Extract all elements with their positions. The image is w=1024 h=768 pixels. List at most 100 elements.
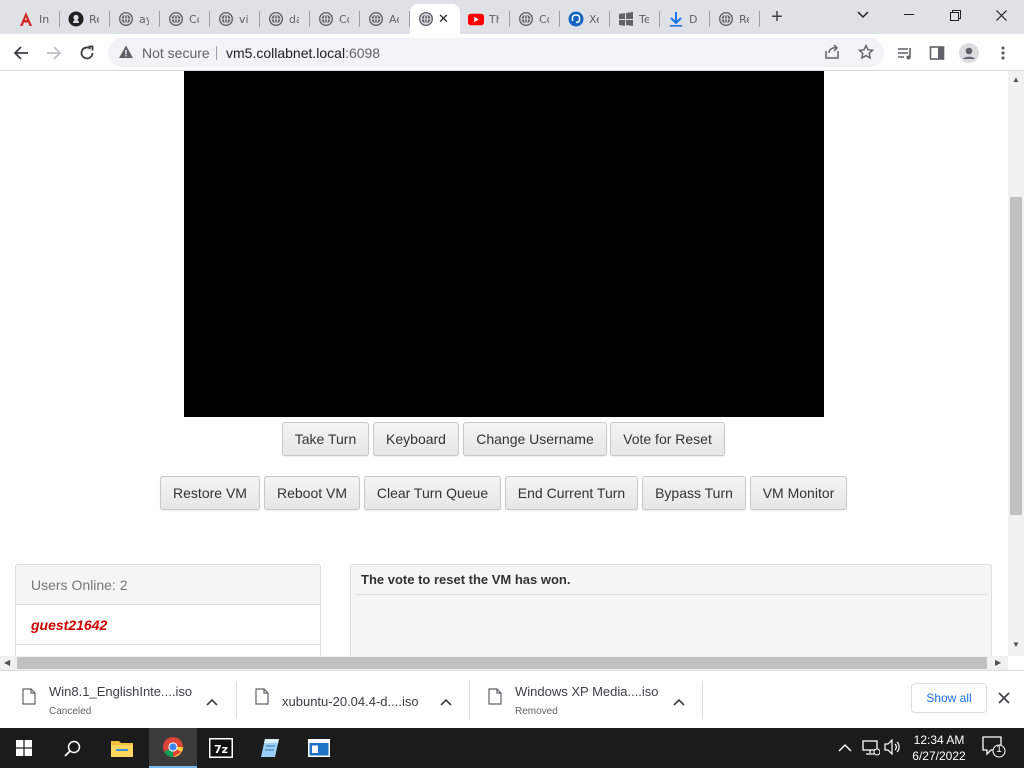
browser-tab[interactable]: Th xyxy=(460,4,510,34)
restore-vm-button[interactable]: Restore VM xyxy=(160,476,260,510)
window-app-button[interactable] xyxy=(295,728,343,768)
warning-icon[interactable] xyxy=(118,44,134,65)
scroll-right-arrow-icon[interactable]: ▶ xyxy=(995,658,1001,667)
keyboard-button[interactable]: Keyboard xyxy=(373,422,459,456)
profile-avatar-icon xyxy=(959,43,979,63)
new-tab-button[interactable]: + xyxy=(766,6,788,28)
scroll-left-arrow-icon[interactable]: ◀ xyxy=(4,658,10,667)
browser-tab[interactable]: Re xyxy=(60,4,110,34)
side-panel-icon xyxy=(929,46,945,60)
chevron-up-icon[interactable] xyxy=(838,740,852,758)
file-explorer-button[interactable] xyxy=(98,728,146,768)
back-arrow-icon xyxy=(13,46,28,60)
scroll-down-arrow-icon[interactable]: ▼ xyxy=(1012,640,1020,649)
browser-tab[interactable]: vi xyxy=(210,4,260,34)
end-current-turn-button[interactable]: End Current Turn xyxy=(505,476,638,510)
tab-label: Re xyxy=(739,12,749,26)
chevron-up-icon[interactable] xyxy=(206,693,218,711)
download-filename: xubuntu-20.04.4-d....iso xyxy=(282,694,419,709)
browser-tab[interactable]: ay xyxy=(110,4,160,34)
start-button[interactable] xyxy=(0,728,48,768)
adobe-acrobat-icon xyxy=(18,11,34,27)
browser-tab[interactable]: D xyxy=(660,4,710,34)
notepad-button[interactable] xyxy=(246,728,294,768)
tab-search-button[interactable] xyxy=(840,0,886,30)
menu-button[interactable] xyxy=(990,40,1016,66)
back-button[interactable] xyxy=(8,40,34,66)
vertical-scrollbar[interactable]: ▲ ▼ xyxy=(1008,71,1024,656)
tab-label: Co xyxy=(539,12,549,26)
7zip-button[interactable]: 7z xyxy=(197,728,245,768)
divider xyxy=(216,46,217,60)
browser-tab[interactable]: Co xyxy=(160,4,210,34)
side-panel-button[interactable] xyxy=(924,40,950,66)
volume-icon[interactable] xyxy=(884,738,902,760)
share-icon[interactable] xyxy=(824,44,840,65)
clock[interactable]: 12:34 AM 6/27/2022 xyxy=(908,732,970,764)
youtube-icon xyxy=(468,11,484,27)
chevron-up-icon[interactable] xyxy=(673,693,685,711)
show-all-button[interactable]: Show all xyxy=(911,683,987,713)
page-content: Take Turn Keyboard Change Username Vote … xyxy=(0,71,1008,656)
tab-label: Re xyxy=(89,12,99,26)
browser-tab[interactable]: Co xyxy=(510,4,560,34)
divider xyxy=(469,681,470,719)
clear-turn-queue-button[interactable]: Clear Turn Queue xyxy=(364,476,501,510)
reload-button[interactable] xyxy=(74,40,100,66)
restore-button[interactable] xyxy=(932,0,978,30)
download-item[interactable]: xubuntu-20.04.4-d....iso xyxy=(255,678,465,722)
users-online-header: Users Online: 2 xyxy=(16,565,320,605)
chrome-taskbar-button[interactable] xyxy=(149,728,197,768)
horizontal-scroll-thumb[interactable] xyxy=(17,657,987,669)
folder-icon xyxy=(111,741,133,757)
chat-panel: The vote to reset the VM has won. xyxy=(350,564,992,656)
tab-label: Co xyxy=(339,12,349,26)
reboot-vm-button[interactable]: Reboot VM xyxy=(264,476,360,510)
close-window-button[interactable] xyxy=(978,0,1024,30)
tab-label: Th xyxy=(489,12,499,26)
url-text[interactable]: vm5.collabnet.local:6098 xyxy=(226,45,380,61)
tab-active[interactable]: ✕ xyxy=(410,4,460,34)
tab-label: Co xyxy=(189,12,199,26)
browser-tab[interactable]: In xyxy=(10,4,60,34)
bypass-turn-button[interactable]: Bypass Turn xyxy=(642,476,746,510)
profile-button[interactable] xyxy=(956,40,982,66)
vote-for-reset-button[interactable]: Vote for Reset xyxy=(610,422,725,456)
download-icon xyxy=(668,11,684,27)
close-tab-icon[interactable]: ✕ xyxy=(438,11,449,27)
browser-tab[interactable]: Re xyxy=(710,4,760,34)
take-turn-button[interactable]: Take Turn xyxy=(282,422,369,456)
vertical-scroll-thumb[interactable] xyxy=(1010,197,1022,515)
download-item[interactable]: Windows XP Media....iso Removed xyxy=(488,678,698,722)
network-icon[interactable] xyxy=(862,740,881,761)
download-item[interactable]: Win8.1_EnglishInte....iso Canceled xyxy=(22,678,232,722)
browser-tab[interactable]: Xe xyxy=(560,4,610,34)
vm-monitor-button[interactable]: VM Monitor xyxy=(750,476,847,510)
forward-button[interactable] xyxy=(41,40,67,66)
scroll-up-arrow-icon[interactable]: ▲ xyxy=(1012,75,1020,84)
browser-tab[interactable]: Te xyxy=(610,4,660,34)
chat-message: The vote to reset the VM has won. xyxy=(355,565,987,595)
horizontal-scrollbar[interactable]: ◀ ▶ xyxy=(0,656,1008,670)
globe-icon xyxy=(168,11,184,27)
playlist-icon xyxy=(898,48,911,60)
windows-taskbar: 7z 12:34 AM 6/27/2022 1 xyxy=(0,728,1024,768)
not-secure-label[interactable]: Not secure xyxy=(142,45,210,61)
change-username-button[interactable]: Change Username xyxy=(463,422,607,456)
media-control-button[interactable] xyxy=(892,40,918,66)
browser-tab[interactable]: da xyxy=(260,4,310,34)
browser-tab[interactable]: Co xyxy=(310,4,360,34)
users-online-panel: Users Online: 2 guest21642 xyxy=(15,564,321,656)
tab-label: In xyxy=(39,12,49,26)
address-bar[interactable]: Not secure vm5.collabnet.local:6098 xyxy=(108,38,884,67)
minimize-button[interactable] xyxy=(886,0,932,30)
chevron-up-icon[interactable] xyxy=(440,693,452,711)
star-icon[interactable] xyxy=(857,43,875,65)
vm-display[interactable] xyxy=(184,71,824,417)
action-center-button[interactable]: 1 xyxy=(982,736,1006,763)
user-list-item[interactable]: guest21642 xyxy=(16,605,320,645)
windows-flag-icon xyxy=(618,11,634,27)
close-icon[interactable] xyxy=(998,691,1010,709)
search-button[interactable] xyxy=(48,728,96,768)
browser-tab[interactable]: Ac xyxy=(360,4,410,34)
